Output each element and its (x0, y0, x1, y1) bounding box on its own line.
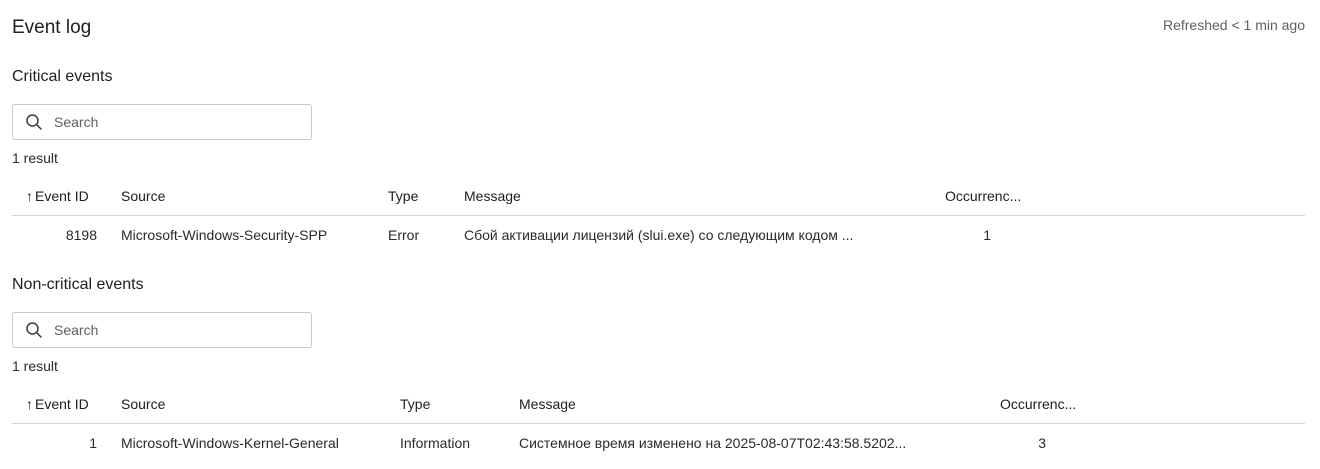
cell-event-id: 8198 (65, 227, 97, 243)
column-header-occurrences[interactable]: Occurrenc... (1000, 385, 1076, 423)
table-row[interactable]: 1 Microsoft-Windows-Kernel-General Infor… (12, 424, 1305, 462)
result-count: 1 result (12, 358, 58, 374)
section-title: Critical events (12, 68, 113, 85)
column-header-message[interactable]: Message (464, 177, 521, 215)
cell-type: Error (388, 227, 420, 243)
cell-message: Системное время изменено на 2025-08-07T0… (519, 435, 907, 451)
section-title: Non-critical events (12, 276, 144, 293)
column-header-event-id[interactable]: ↑ Event ID (26, 177, 89, 215)
noncritical-search-input[interactable] (52, 321, 286, 339)
column-header-source[interactable]: Source (121, 385, 165, 423)
cell-occurrences: 3 (1038, 435, 1046, 451)
cell-type: Information (400, 435, 471, 451)
noncritical-events-table: ↑ Event ID Source Type Message Occurrenc.… (12, 385, 1305, 462)
table-row[interactable]: 8198 Microsoft-Windows-Security-SPP Erro… (12, 216, 1305, 254)
column-header-event-id[interactable]: ↑ Event ID (26, 385, 89, 423)
column-label: Event ID (35, 188, 89, 204)
column-header-message[interactable]: Message (519, 385, 576, 423)
critical-search-input[interactable] (52, 113, 286, 131)
critical-events-table: ↑ Event ID Source Type Message Occurrenc.… (12, 177, 1305, 254)
cell-source: Microsoft-Windows-Security-SPP (121, 227, 328, 243)
cell-event-id: 1 (89, 435, 97, 451)
page-title: Event log (12, 17, 92, 38)
search-icon (26, 114, 42, 130)
cell-source: Microsoft-Windows-Kernel-General (121, 435, 339, 451)
arrow-up-icon: ↑ (26, 396, 33, 412)
critical-search-box[interactable] (12, 104, 312, 140)
column-header-source[interactable]: Source (121, 177, 165, 215)
cell-message: Сбой активации лицензий (slui.exe) со сл… (464, 227, 854, 243)
cell-occurrences: 1 (983, 227, 991, 243)
result-count: 1 result (12, 150, 58, 166)
column-header-type[interactable]: Type (388, 177, 418, 215)
refreshed-status: Refreshed < 1 min ago (1162, 17, 1305, 33)
table-header: ↑ Event ID Source Type Message Occurrenc.… (12, 177, 1305, 216)
column-header-occurrences[interactable]: Occurrenc... (945, 177, 1021, 215)
column-header-type[interactable]: Type (400, 385, 430, 423)
critical-events-section: Critical events 1 result ↑Event ID Sourc… (12, 68, 1305, 254)
noncritical-events-section: Non-critical events 1 result ↑Event ID S… (12, 276, 1305, 462)
arrow-up-icon: ↑ (26, 188, 33, 204)
table-header: ↑ Event ID Source Type Message Occurrenc.… (12, 385, 1305, 424)
search-icon (26, 322, 42, 338)
column-label: Event ID (35, 396, 89, 412)
noncritical-search-box[interactable] (12, 312, 312, 348)
